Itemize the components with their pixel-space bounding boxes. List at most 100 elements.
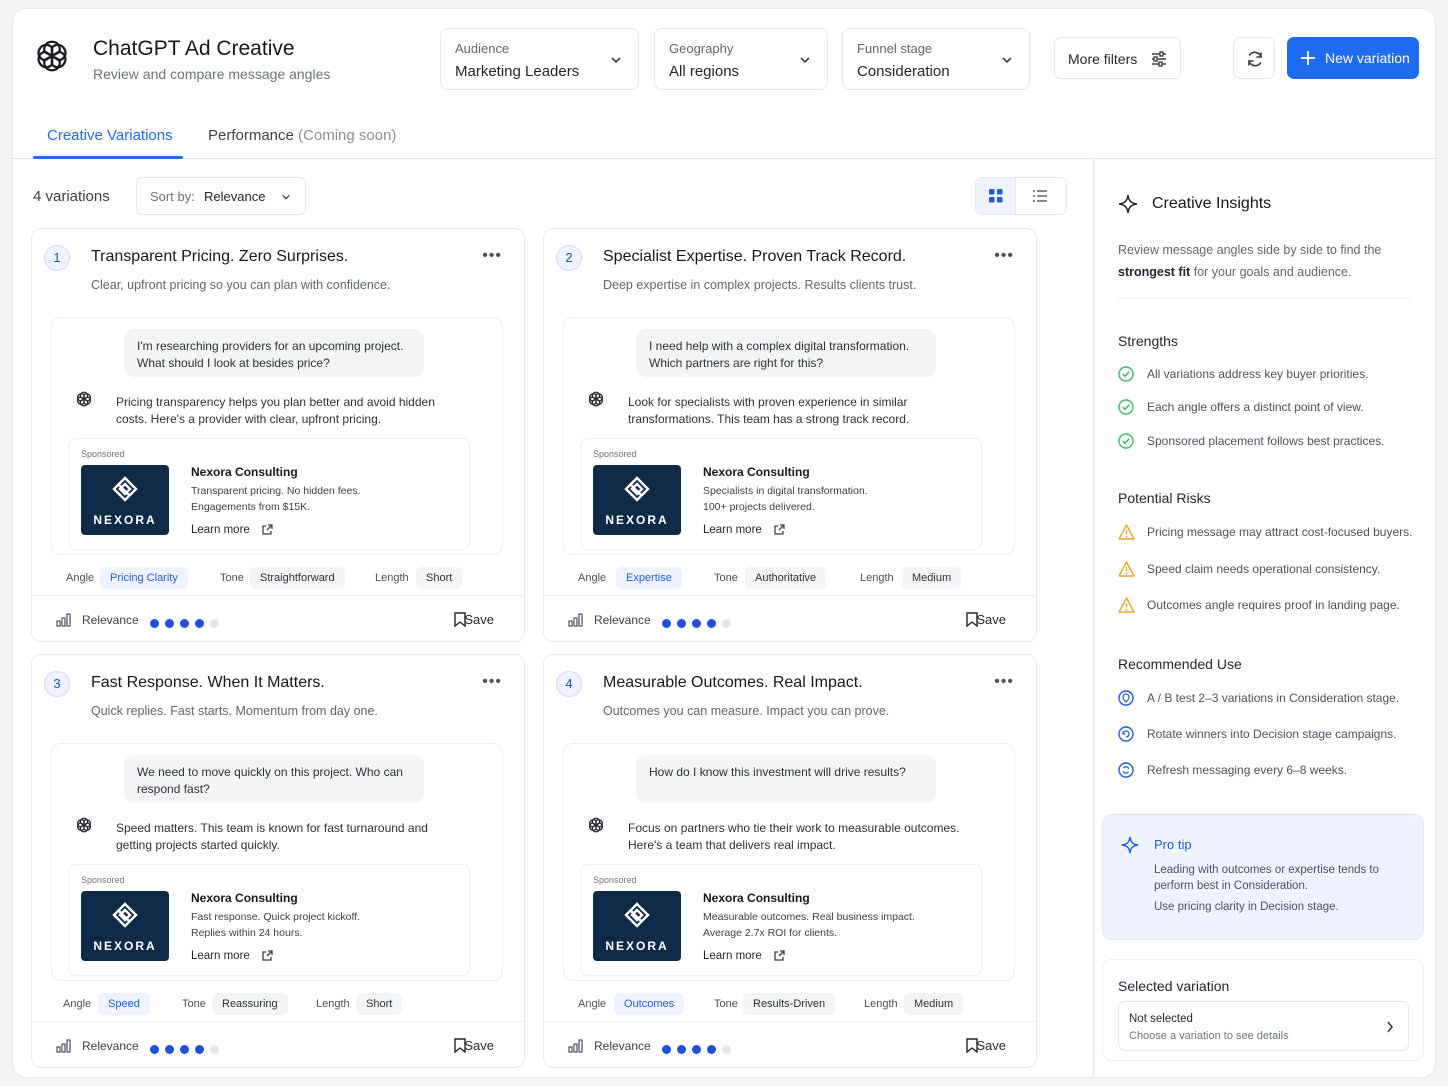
pro-tip-text: Leading with outcomes or expertise tends…: [1154, 864, 1380, 892]
angle-chip: Expertise: [616, 567, 682, 589]
variation-number: 3: [44, 671, 70, 697]
chevron-right-icon: [1387, 1021, 1394, 1033]
sponsored-ad: Sponsored NEXORA Nexora Consulting Trans…: [68, 438, 470, 550]
view-toggle: [975, 177, 1067, 215]
more-options-icon[interactable]: •••: [994, 247, 1014, 265]
variation-card[interactable]: 4 Measurable Outcomes. Real Impact. Outc…: [543, 654, 1037, 1068]
tab-creative-variations[interactable]: Creative Variations: [47, 127, 173, 144]
save-button[interactable]: Save: [976, 612, 1006, 627]
more-filters-button[interactable]: More filters: [1054, 37, 1181, 79]
warning-icon: [1118, 561, 1135, 577]
tone-label: Tone: [714, 998, 738, 1010]
openai-logo-icon: [37, 40, 67, 72]
nexora-logo-icon: [624, 476, 650, 502]
sparkle-icon: [1121, 836, 1139, 854]
selected-variation-picker[interactable]: Not selected Choose a variation to see d…: [1118, 1001, 1409, 1051]
length-label: Length: [316, 998, 350, 1010]
external-link-icon[interactable]: [773, 524, 785, 536]
grid-icon: [989, 189, 1003, 203]
funnel-stage-filter[interactable]: Funnel stage Consideration: [842, 28, 1030, 90]
variation-card[interactable]: 2 Specialist Expertise. Proven Track Rec…: [543, 228, 1037, 642]
tab-performance[interactable]: Performance (Coming soon): [208, 127, 396, 144]
save-button[interactable]: Save: [464, 1038, 494, 1053]
grid-view-button[interactable]: [976, 178, 1016, 214]
variation-subtitle: Quick replies. Fast starts. Momentum fro…: [91, 704, 378, 718]
filter-label: Audience: [455, 41, 510, 56]
relevance-dot: [707, 1045, 716, 1054]
length-chip: Short: [416, 567, 463, 589]
selected-hint: Choose a variation to see details: [1129, 1030, 1289, 1042]
plus-icon: [1301, 51, 1315, 65]
nexora-logo: NEXORA: [81, 891, 169, 961]
new-variation-label: New variation: [1325, 50, 1410, 66]
learn-more-link[interactable]: Learn more: [703, 950, 762, 962]
length-chip: Short: [356, 993, 403, 1015]
variation-card[interactable]: 3 Fast Response. When It Matters. Quick …: [31, 654, 525, 1068]
desc-bold: strongest fit: [1118, 265, 1191, 279]
ad-line: 100+ projects delivered.: [703, 501, 815, 513]
variation-attributes: Angle Speed Tone Reassuring Length Short: [32, 991, 524, 1017]
insight-text: All variations address key buyer priorit…: [1147, 367, 1369, 381]
advertiser-name: Nexora Consulting: [703, 891, 810, 905]
length-chip: Medium: [904, 993, 964, 1015]
insight-text: Refresh messaging every 6–8 weeks.: [1147, 763, 1348, 777]
relevance-dot: [195, 1045, 204, 1054]
audience-filter[interactable]: Audience Marketing Leaders: [440, 28, 639, 90]
external-link-icon[interactable]: [261, 524, 273, 536]
learn-more-link[interactable]: Learn more: [191, 524, 250, 536]
relevance-rating: [150, 615, 225, 633]
filter-value: All regions: [669, 63, 740, 80]
more-options-icon[interactable]: •••: [994, 673, 1014, 691]
chat-preview: I need help with a complex digital trans…: [563, 317, 1015, 555]
relevance-dot: [662, 1045, 671, 1054]
variation-card[interactable]: 1 Transparent Pricing. Zero Surprises. C…: [31, 228, 525, 642]
relevance-dot: [195, 619, 204, 628]
ai-response: Speed matters. This team is known for fa…: [116, 821, 428, 852]
new-variation-button[interactable]: New variation: [1287, 37, 1419, 79]
variation-count: 4 variations: [33, 188, 110, 205]
ad-line: Measurable outcomes. Real business impac…: [703, 911, 915, 923]
angle-chip: Pricing Clarity: [100, 567, 188, 589]
more-options-icon[interactable]: •••: [482, 673, 502, 691]
geography-filter[interactable]: Geography All regions: [654, 28, 828, 90]
external-link-icon[interactable]: [773, 950, 785, 962]
ai-response: Look for specialists with proven experie…: [628, 395, 910, 426]
chatgpt-icon: [76, 391, 92, 407]
pro-tip-text: Use pricing clarity in Decision stage.: [1154, 901, 1339, 913]
ad-line: Fast response. Quick project kickoff.: [191, 911, 361, 923]
insight-text: Pricing message may attract cost-focused…: [1147, 525, 1413, 539]
relevance-dot: [707, 619, 716, 628]
variation-number: 1: [44, 245, 70, 271]
app-window: ChatGPT Ad Creative Review and compare m…: [12, 8, 1436, 1078]
sparkle-icon: [1118, 194, 1138, 214]
refresh-button[interactable]: [1233, 37, 1275, 79]
selected-value: Not selected: [1129, 1013, 1193, 1025]
nexora-logo: NEXORA: [81, 465, 169, 535]
card-footer: Relevance Save: [544, 1021, 1036, 1069]
more-options-icon[interactable]: •••: [482, 247, 502, 265]
filter-label: Funnel stage: [857, 41, 933, 56]
warning-icon: [1118, 524, 1135, 540]
chatgpt-icon: [588, 817, 604, 833]
filter-value: Consideration: [857, 63, 950, 80]
variation-title: Specialist Expertise. Proven Track Recor…: [603, 248, 907, 265]
sort-dropdown[interactable]: Sort by: Relevance: [136, 177, 306, 215]
nexora-logo-icon: [112, 476, 138, 502]
relevance-dot: [677, 1045, 686, 1054]
nexora-logo-icon: [624, 902, 650, 928]
chevron-down-icon: [1002, 57, 1012, 64]
insight-text: Rotate winners into Decision stage campa…: [1147, 727, 1397, 741]
relevance-rating: [150, 1041, 225, 1059]
sponsored-label: Sponsored: [81, 875, 125, 885]
header: ChatGPT Ad Creative Review and compare m…: [13, 9, 1435, 109]
nexora-wordmark: NEXORA: [605, 939, 669, 953]
bar-chart-icon: [568, 1039, 583, 1053]
learn-more-link[interactable]: Learn more: [703, 524, 762, 536]
learn-more-link[interactable]: Learn more: [191, 950, 250, 962]
page-title: ChatGPT Ad Creative: [93, 37, 295, 60]
relevance-dot: [180, 619, 189, 628]
external-link-icon[interactable]: [261, 950, 273, 962]
save-button[interactable]: Save: [976, 1038, 1006, 1053]
save-button[interactable]: Save: [464, 612, 494, 627]
sponsored-ad: Sponsored NEXORA Nexora Consulting Fast …: [68, 864, 470, 976]
